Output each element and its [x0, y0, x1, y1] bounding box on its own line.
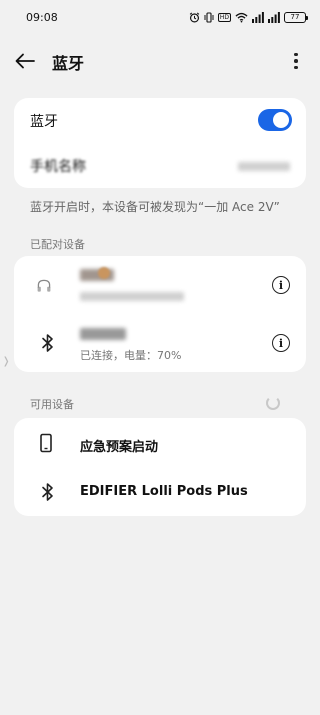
bluetooth-toggle[interactable]	[258, 109, 292, 131]
wifi-icon	[235, 12, 248, 23]
device-name-row[interactable]: 手机名称	[14, 144, 306, 188]
page-title: 蓝牙	[52, 54, 85, 73]
paired-devices-label: 已配对设备	[30, 238, 85, 251]
available-device-row[interactable]: EDIFIER Lolli Pods Plus	[14, 468, 306, 516]
bluetooth-settings-card: 蓝牙 手机名称	[14, 98, 306, 188]
back-arrow-icon	[15, 53, 35, 69]
more-options-button[interactable]	[288, 50, 304, 72]
signal-icon-sim2	[268, 11, 280, 23]
scanning-spinner-icon	[266, 396, 280, 410]
bluetooth-toggle-row[interactable]: 蓝牙	[14, 98, 306, 144]
available-device-row[interactable]: 应急预案启动	[14, 418, 306, 468]
paired-device-row[interactable]: 已连接，电量：70% i	[14, 314, 306, 372]
edge-panel-handle[interactable]: ❭	[2, 356, 10, 367]
paired-device-row[interactable]: i	[14, 256, 306, 314]
status-bar: 09:08 HD 77	[0, 0, 320, 34]
signal-icon-sim1	[252, 11, 264, 23]
paired-device-status: 已连接，电量：70%	[80, 349, 182, 362]
device-info-button[interactable]: i	[272, 334, 290, 352]
battery-icon: 77	[284, 11, 308, 23]
device-name-label: 手机名称	[30, 159, 86, 175]
available-devices-card: 应急预案启动 EDIFIER Lolli Pods Plus	[14, 418, 306, 516]
paired-device-status-blur	[80, 292, 184, 301]
available-devices-label: 可用设备	[30, 398, 74, 411]
discoverable-helper-text: 蓝牙开启时，本设备可被发现为“一加 Ace 2V”	[30, 200, 280, 214]
info-icon: i	[278, 336, 284, 350]
headphones-icon	[37, 279, 51, 292]
vibrate-icon	[204, 11, 214, 23]
toggle-knob	[273, 112, 289, 128]
status-time: 09:08	[26, 10, 58, 24]
app-bar: 蓝牙	[0, 40, 320, 82]
alarm-icon	[189, 12, 200, 22]
available-device-name: EDIFIER Lolli Pods Plus	[80, 484, 248, 499]
info-icon: i	[278, 278, 284, 292]
earbud-thumb	[98, 267, 110, 279]
more-dot	[294, 59, 298, 63]
more-dot	[294, 65, 298, 70]
paired-devices-card: i 已连接，电量：70% i	[14, 256, 306, 372]
bluetooth-toggle-label: 蓝牙	[30, 114, 58, 130]
back-button[interactable]	[14, 50, 36, 72]
phone-icon	[40, 433, 52, 453]
device-name-value-blur	[238, 162, 290, 171]
paired-device-name-blur	[80, 328, 126, 340]
available-device-name: 应急预案启动	[80, 440, 159, 455]
bluetooth-icon	[42, 483, 53, 501]
more-dot	[294, 52, 298, 57]
device-info-button[interactable]: i	[272, 276, 290, 294]
hd-badge: HD	[217, 12, 231, 22]
battery-level: 77	[290, 13, 300, 21]
status-icons: HD 77	[189, 11, 308, 23]
bluetooth-icon	[42, 334, 53, 352]
